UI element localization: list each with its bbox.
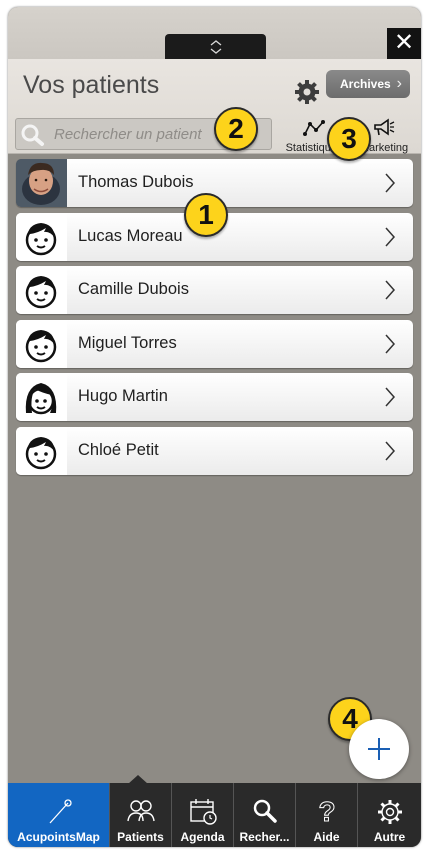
callout-badge-1: 1 bbox=[184, 193, 228, 237]
gear-icon[interactable] bbox=[292, 77, 322, 107]
patient-name: Miguel Torres bbox=[78, 333, 177, 352]
tab-label: Aide bbox=[313, 830, 340, 844]
tab-label: Patients bbox=[117, 830, 164, 844]
megaphone-icon bbox=[374, 118, 395, 136]
help-icon: ? bbox=[317, 797, 335, 825]
gear-icon bbox=[377, 800, 402, 824]
avatar-boy-icon bbox=[16, 212, 67, 261]
chevron-right-icon bbox=[385, 387, 396, 407]
close-button[interactable]: ✕ bbox=[387, 28, 421, 59]
tab-recherche[interactable]: Recher... bbox=[233, 783, 295, 847]
chevron-right-icon: › bbox=[396, 75, 402, 92]
calendar-icon bbox=[189, 799, 217, 825]
chart-line-icon bbox=[303, 120, 325, 136]
avatar-boy-icon bbox=[16, 266, 67, 314]
chevron-right-icon bbox=[385, 280, 396, 300]
avatar-boy-icon bbox=[16, 426, 67, 475]
patient-name: Thomas Dubois bbox=[78, 173, 194, 191]
patient-name: Chloé Petit bbox=[78, 440, 159, 459]
tab-patients[interactable]: Patients bbox=[109, 783, 171, 847]
search-icon bbox=[253, 799, 277, 823]
tab-label: Autre bbox=[373, 830, 406, 844]
avatar-boy-icon bbox=[16, 319, 67, 368]
close-icon: ✕ bbox=[393, 29, 415, 56]
archives-label: Archives bbox=[340, 77, 391, 91]
tab-label: Recher... bbox=[239, 830, 290, 844]
chevron-right-icon bbox=[385, 334, 396, 353]
tab-label: Agenda bbox=[180, 830, 225, 844]
patient-row[interactable]: Camille Dubois bbox=[16, 266, 413, 314]
patient-row[interactable]: Hugo Martin bbox=[16, 373, 413, 421]
chevron-right-icon bbox=[385, 227, 396, 246]
tab-autre[interactable]: Autre bbox=[357, 783, 421, 847]
plus-icon bbox=[368, 738, 390, 760]
add-patient-button[interactable] bbox=[349, 719, 409, 779]
panel-handle[interactable] bbox=[165, 34, 266, 59]
window-topbar: ✕ bbox=[8, 7, 421, 59]
callout-badge-3: 3 bbox=[327, 117, 371, 161]
chevron-up-down-icon bbox=[210, 40, 221, 54]
acupuncture-needle-icon bbox=[49, 799, 72, 824]
people-icon bbox=[126, 800, 155, 822]
patient-row[interactable]: Miguel Torres bbox=[16, 319, 413, 368]
tab-agenda[interactable]: Agenda bbox=[171, 783, 233, 847]
patient-name: Hugo Martin bbox=[78, 387, 168, 405]
callout-badge-2: 2 bbox=[214, 107, 258, 151]
avatar-photo bbox=[16, 159, 67, 207]
tab-label: AcupointsMap bbox=[17, 830, 100, 844]
patient-name: Lucas Moreau bbox=[78, 226, 183, 245]
patient-name: Camille Dubois bbox=[78, 280, 189, 298]
chevron-right-icon bbox=[385, 173, 396, 193]
app-window: ✕ Vos patients Archives › Rechercher un … bbox=[8, 7, 421, 847]
bottom-tab-bar: AcupointsMap Patients Agenda Recher... ?… bbox=[8, 783, 421, 847]
page-title: Vos patients bbox=[23, 71, 160, 99]
svg-text:?: ? bbox=[318, 797, 335, 825]
tab-acupointsmap[interactable]: AcupointsMap bbox=[8, 783, 109, 847]
patient-row[interactable]: Chloé Petit bbox=[16, 426, 413, 475]
avatar-girl-icon bbox=[16, 373, 67, 421]
tab-aide[interactable]: ? Aide bbox=[295, 783, 357, 847]
chevron-right-icon bbox=[385, 441, 396, 460]
archives-button[interactable]: Archives › bbox=[326, 70, 410, 98]
search-icon bbox=[21, 124, 44, 146]
